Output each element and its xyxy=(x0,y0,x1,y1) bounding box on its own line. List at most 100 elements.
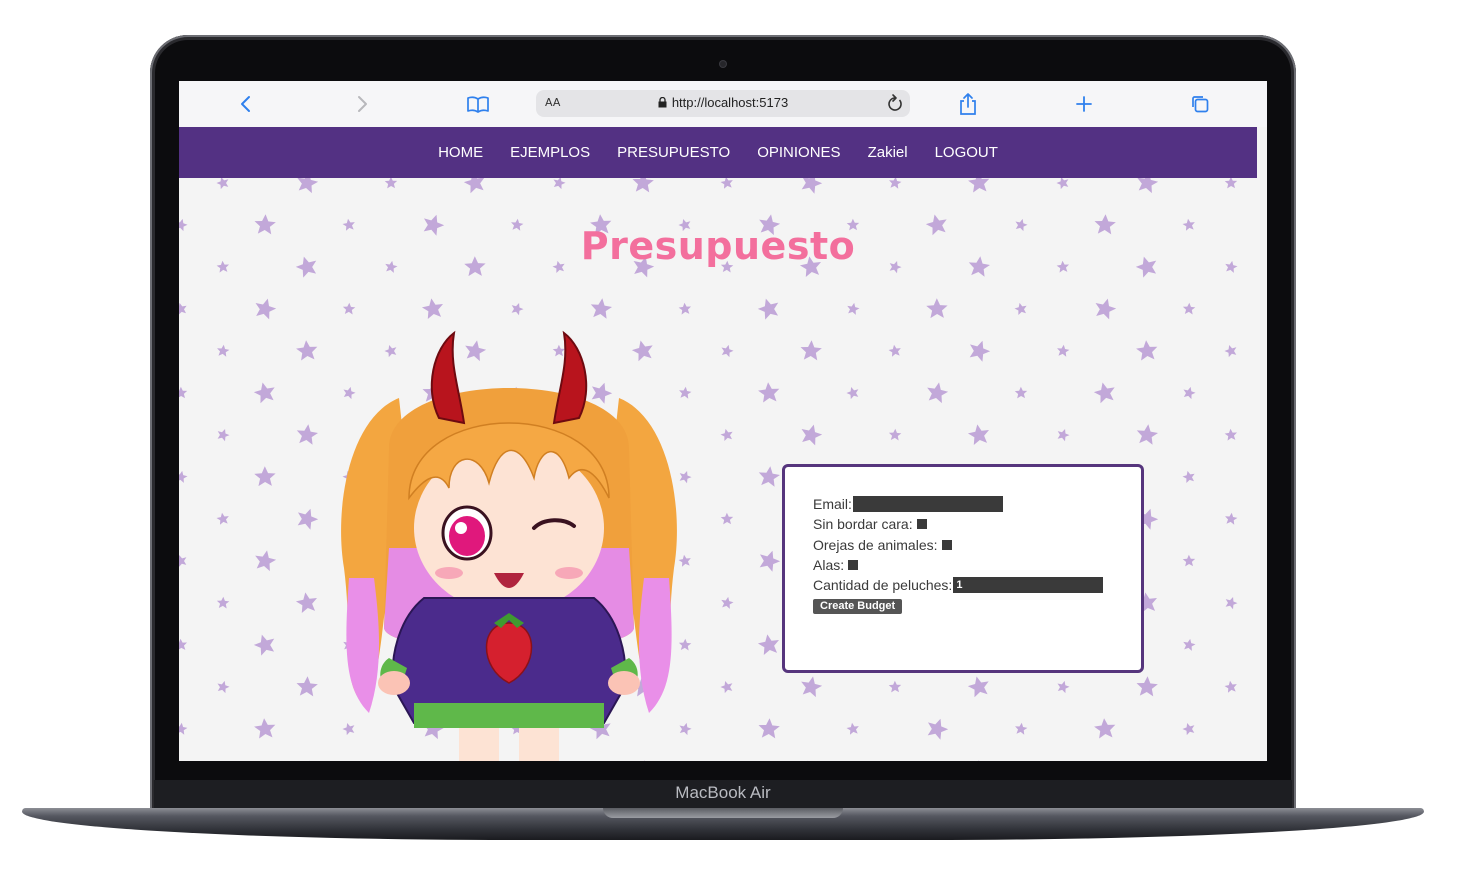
sin-bordar-row: Sin bordar cara: xyxy=(813,516,927,532)
star-decoration xyxy=(888,428,902,441)
sin-bordar-label: Sin bordar cara: xyxy=(813,516,913,532)
nav-logout[interactable]: LOGOUT xyxy=(935,144,998,161)
chibi-character-illustration xyxy=(341,330,677,761)
star-decoration xyxy=(631,178,655,193)
url-value: http://localhost:5173 xyxy=(671,95,789,110)
email-label: Email: xyxy=(813,496,852,512)
new-tab-icon[interactable] xyxy=(1073,91,1095,117)
star-decoration xyxy=(295,675,319,697)
browser-toolbar: AA http://localhost:5173 xyxy=(179,81,1267,127)
star-decoration xyxy=(1135,422,1159,446)
star-decoration xyxy=(923,715,951,741)
star-decoration xyxy=(1093,717,1117,739)
orejas-checkbox[interactable] xyxy=(941,540,952,550)
orejas-label: Orejas de animales: xyxy=(813,537,938,553)
star-decoration xyxy=(384,178,398,189)
star-decoration xyxy=(678,302,692,315)
forward-icon[interactable] xyxy=(351,91,373,117)
star-decoration xyxy=(924,380,950,404)
alas-row: Alas: xyxy=(813,557,859,573)
star-decoration xyxy=(719,595,735,610)
star-decoration xyxy=(179,721,188,735)
share-icon[interactable] xyxy=(957,91,979,117)
laptop-hinge-notch xyxy=(603,808,843,818)
star-decoration xyxy=(342,302,356,315)
alas-label: Alas: xyxy=(813,557,845,573)
star-decoration xyxy=(926,298,948,319)
url-text: http://localhost:5173 xyxy=(536,95,910,111)
star-decoration xyxy=(719,679,735,694)
star-decoration xyxy=(887,343,902,358)
back-icon[interactable] xyxy=(235,91,257,117)
tabs-overview-icon[interactable] xyxy=(1189,91,1211,117)
sin-bordar-checkbox[interactable] xyxy=(916,519,927,529)
page-title: Presupuesto xyxy=(580,224,856,268)
star-decoration xyxy=(253,717,277,739)
bookmarks-icon[interactable] xyxy=(465,91,491,117)
star-decoration xyxy=(1181,385,1197,400)
star-decoration xyxy=(1134,178,1160,194)
star-decoration xyxy=(799,339,823,361)
star-decoration xyxy=(720,512,734,525)
star-decoration xyxy=(845,301,861,316)
star-decoration xyxy=(1092,380,1118,405)
webcam-icon xyxy=(720,61,726,67)
star-decoration xyxy=(1014,721,1028,735)
star-decoration xyxy=(1223,679,1238,694)
cantidad-row: Cantidad de peluches: 1 xyxy=(813,577,1104,593)
star-decoration xyxy=(757,717,781,739)
star-decoration xyxy=(215,427,231,442)
star-decoration xyxy=(462,178,488,195)
star-decoration xyxy=(1223,343,1239,358)
star-decoration xyxy=(216,596,230,609)
email-field[interactable] xyxy=(852,496,1003,512)
star-decoration xyxy=(1223,595,1239,610)
address-bar[interactable]: AA http://localhost:5173 xyxy=(536,90,910,117)
model-label: MacBook Air xyxy=(675,783,771,802)
star-decoration xyxy=(1224,178,1238,189)
star-decoration xyxy=(797,757,824,761)
star-decoration xyxy=(179,553,189,568)
star-decoration xyxy=(1056,343,1070,357)
budget-form: Email: Sin bordar cara: Orejas de animal… xyxy=(782,464,1144,673)
star-decoration xyxy=(797,178,825,195)
star-decoration xyxy=(294,757,321,761)
star-decoration xyxy=(757,381,781,403)
star-decoration xyxy=(254,466,276,487)
star-decoration xyxy=(1224,428,1238,441)
star-decoration xyxy=(179,386,188,399)
star-decoration xyxy=(798,674,824,698)
star-decoration xyxy=(1134,757,1161,761)
nav-presupuesto[interactable]: PRESUPUESTO xyxy=(617,144,730,161)
cantidad-field[interactable]: 1 xyxy=(953,577,1104,593)
star-decoration xyxy=(755,295,782,321)
star-decoration xyxy=(968,760,990,761)
alas-checkbox[interactable] xyxy=(848,560,859,570)
star-decoration xyxy=(295,422,319,446)
star-decoration xyxy=(216,343,230,357)
nav-opiniones[interactable]: OPINIONES xyxy=(757,144,840,161)
main-navbar: HOME EJEMPLOS PRESUPUESTO OPINIONES Zaki… xyxy=(179,127,1257,178)
page-content: Presupuesto Email: Sin bordar cara: Orej… xyxy=(179,178,1257,761)
star-decoration xyxy=(294,178,320,194)
star-decoration xyxy=(965,337,993,363)
nav-home[interactable]: HOME xyxy=(438,144,483,161)
star-decoration xyxy=(179,301,189,316)
star-decoration xyxy=(719,427,735,442)
star-decoration xyxy=(295,339,319,361)
star-decoration xyxy=(215,178,231,190)
create-budget-button[interactable]: Create Budget xyxy=(813,599,903,614)
star-decoration xyxy=(1181,469,1197,484)
nav-user-zakiel[interactable]: Zakiel xyxy=(868,144,908,161)
star-decoration xyxy=(888,680,902,693)
star-decoration xyxy=(179,638,188,651)
email-row: Email: xyxy=(813,496,1003,512)
orejas-row: Orejas de animales: xyxy=(813,537,952,553)
star-decoration xyxy=(719,343,735,358)
nav-ejemplos[interactable]: EJEMPLOS xyxy=(510,144,590,161)
reload-icon[interactable] xyxy=(884,91,906,115)
star-decoration xyxy=(1055,679,1071,694)
star-decoration xyxy=(1014,386,1028,399)
cantidad-label: Cantidad de peluches: xyxy=(813,577,953,593)
star-decoration xyxy=(967,178,991,193)
